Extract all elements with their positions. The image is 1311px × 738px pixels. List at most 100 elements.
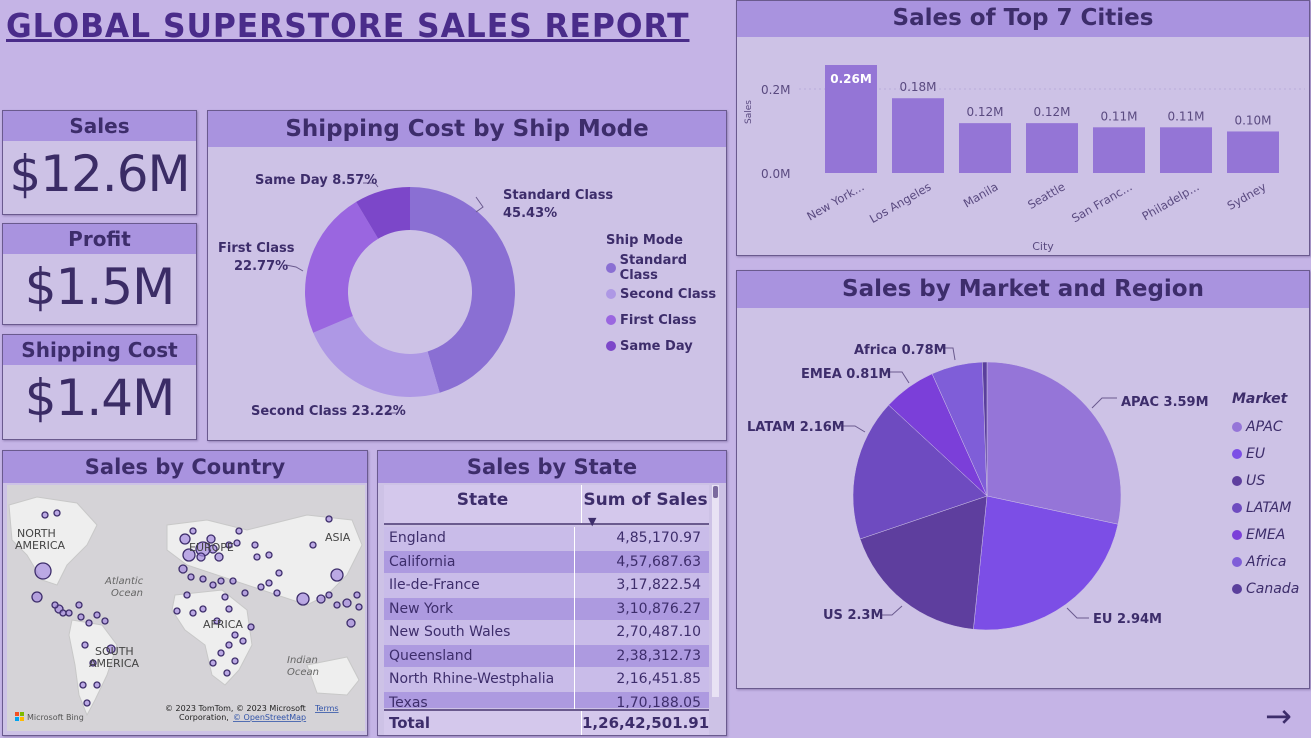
country-bubble[interactable] xyxy=(221,593,229,601)
country-bubble[interactable] xyxy=(51,601,59,609)
country-bubble[interactable] xyxy=(83,699,91,707)
profit-kpi-card[interactable]: Profit $1.5M xyxy=(2,223,197,325)
bar-4[interactable] xyxy=(1093,127,1145,173)
sales-kpi-card[interactable]: Sales $12.6M xyxy=(2,110,197,215)
country-bubble[interactable] xyxy=(217,649,225,657)
bar-3[interactable] xyxy=(1026,123,1078,173)
table-row[interactable]: North Rhine-Westphalia 2,16,451.85 xyxy=(384,668,709,692)
country-bubble[interactable] xyxy=(223,669,231,677)
country-bubble[interactable] xyxy=(189,527,197,535)
osm-link[interactable]: © OpenStreetMap xyxy=(233,713,306,722)
legend-item-eu[interactable]: EU xyxy=(1232,440,1299,467)
country-bubble[interactable] xyxy=(309,541,317,549)
scrollbar-track[interactable] xyxy=(712,485,719,697)
country-bubble[interactable] xyxy=(239,637,247,645)
scrollbar-thumb[interactable] xyxy=(713,486,718,498)
country-bubble[interactable] xyxy=(225,605,233,613)
country-bubble[interactable] xyxy=(53,509,61,517)
country-bubble[interactable] xyxy=(251,541,259,549)
country-bubble[interactable] xyxy=(316,594,326,604)
country-bubble[interactable] xyxy=(77,613,85,621)
legend-item-africa[interactable]: Africa xyxy=(1232,548,1299,575)
country-bubble[interactable] xyxy=(342,598,352,608)
country-bubble[interactable] xyxy=(346,618,356,628)
legend-item-emea[interactable]: EMEA xyxy=(1232,521,1299,548)
country-bubble[interactable] xyxy=(173,607,181,615)
country-bubble[interactable] xyxy=(101,617,109,625)
country-bubble[interactable] xyxy=(209,659,217,667)
next-page-arrow-icon[interactable]: → xyxy=(1265,700,1292,732)
country-bubble[interactable] xyxy=(75,601,83,609)
table-row[interactable]: New South Wales 2,70,487.10 xyxy=(384,621,709,645)
legend-item-apac[interactable]: APAC xyxy=(1232,413,1299,440)
country-bubble[interactable] xyxy=(225,641,233,649)
state-column-header[interactable]: State xyxy=(384,485,581,523)
country-bubble[interactable] xyxy=(187,573,195,581)
country-bubble[interactable] xyxy=(235,527,243,535)
legend-item-standard-class[interactable]: Standard Class xyxy=(606,253,726,283)
world-map[interactable]: NORTH AMERICA EUROPE ASIA Atlantic Ocean… xyxy=(7,485,365,731)
country-bubble[interactable] xyxy=(273,589,281,597)
country-bubble[interactable] xyxy=(233,539,241,547)
country-bubble[interactable] xyxy=(325,591,333,599)
country-bubble[interactable] xyxy=(265,551,273,559)
bar-5[interactable] xyxy=(1160,127,1212,173)
country-bubble[interactable] xyxy=(59,609,67,617)
legend-item-second-class[interactable]: Second Class xyxy=(606,281,726,307)
legend-item-same-day[interactable]: Same Day xyxy=(606,333,726,359)
country-bubble[interactable] xyxy=(196,552,206,562)
country-bubble[interactable] xyxy=(93,611,101,619)
country-bubble[interactable] xyxy=(241,589,249,597)
country-map-panel[interactable]: Sales by Country NORTH AMERICA EUROPE AS… xyxy=(2,450,368,736)
country-bubble[interactable] xyxy=(353,591,361,599)
country-bubble[interactable] xyxy=(34,562,52,580)
country-bubble[interactable] xyxy=(199,575,207,583)
shipping-kpi-card[interactable]: Shipping Cost $1.4M xyxy=(2,334,197,440)
country-bubble[interactable] xyxy=(189,609,197,617)
table-row[interactable]: New York 3,10,876.27 xyxy=(384,597,709,621)
legend-item-canada[interactable]: Canada xyxy=(1232,575,1299,602)
country-bubble[interactable] xyxy=(65,609,73,617)
country-bubble[interactable] xyxy=(79,681,87,689)
legend-item-us[interactable]: US xyxy=(1232,467,1299,494)
country-bubble[interactable] xyxy=(31,591,43,603)
bar-1[interactable] xyxy=(892,98,944,173)
legend-item-latam[interactable]: LATAM xyxy=(1232,494,1299,521)
country-bubble[interactable] xyxy=(81,641,89,649)
pie-slice-apac[interactable] xyxy=(986,361,1122,525)
terms-link[interactable]: Terms xyxy=(314,704,339,713)
table-row[interactable]: California 4,57,687.63 xyxy=(384,550,709,574)
donut-slice-second-class[interactable] xyxy=(313,316,440,397)
legend-item-first-class[interactable]: First Class xyxy=(606,307,726,333)
country-bubble[interactable] xyxy=(333,601,341,609)
country-bubble[interactable] xyxy=(325,515,333,523)
bar-2[interactable] xyxy=(959,123,1011,173)
country-bubble[interactable] xyxy=(209,581,217,589)
country-bubble[interactable] xyxy=(229,577,237,585)
country-bubble[interactable] xyxy=(296,592,310,606)
bar-6[interactable] xyxy=(1227,131,1279,173)
top-cities-bar-chart[interactable]: Sales 0.2M 0.0M 0.26M New York... 0.18M Los… xyxy=(737,37,1309,255)
country-bubble[interactable] xyxy=(178,564,188,574)
country-bubble[interactable] xyxy=(231,631,239,639)
country-bubble[interactable] xyxy=(183,591,191,599)
table-row[interactable]: England 4,85,170.97 xyxy=(384,527,709,551)
country-bubble[interactable] xyxy=(257,583,265,591)
country-bubble[interactable] xyxy=(247,623,255,631)
country-bubble[interactable] xyxy=(355,603,363,611)
country-bubble[interactable] xyxy=(265,579,273,587)
country-bubble[interactable] xyxy=(93,681,101,689)
market-panel[interactable]: Sales by Market and Region APAC 3.59M EU… xyxy=(736,270,1310,689)
country-bubble[interactable] xyxy=(199,605,207,613)
country-bubble[interactable] xyxy=(253,553,261,561)
table-row[interactable]: Ile-de-France 3,17,822.54 xyxy=(384,574,709,598)
state-table-panel[interactable]: Sales by State State Sum of Sales ▼ Engl… xyxy=(377,450,727,736)
country-bubble[interactable] xyxy=(231,657,239,665)
market-pie-chart[interactable]: APAC 3.59M EU 2.94M US 2.3M LATAM 2.16M … xyxy=(737,308,1309,688)
country-bubble[interactable] xyxy=(217,577,225,585)
top-cities-panel[interactable]: Sales of Top 7 Cities Sales 0.2M 0.0M 0.… xyxy=(736,0,1310,256)
country-bubble[interactable] xyxy=(85,619,93,627)
country-bubble[interactable] xyxy=(41,511,49,519)
table-row[interactable]: Queensland 2,38,312.73 xyxy=(384,644,709,668)
country-bubble[interactable] xyxy=(214,552,224,562)
